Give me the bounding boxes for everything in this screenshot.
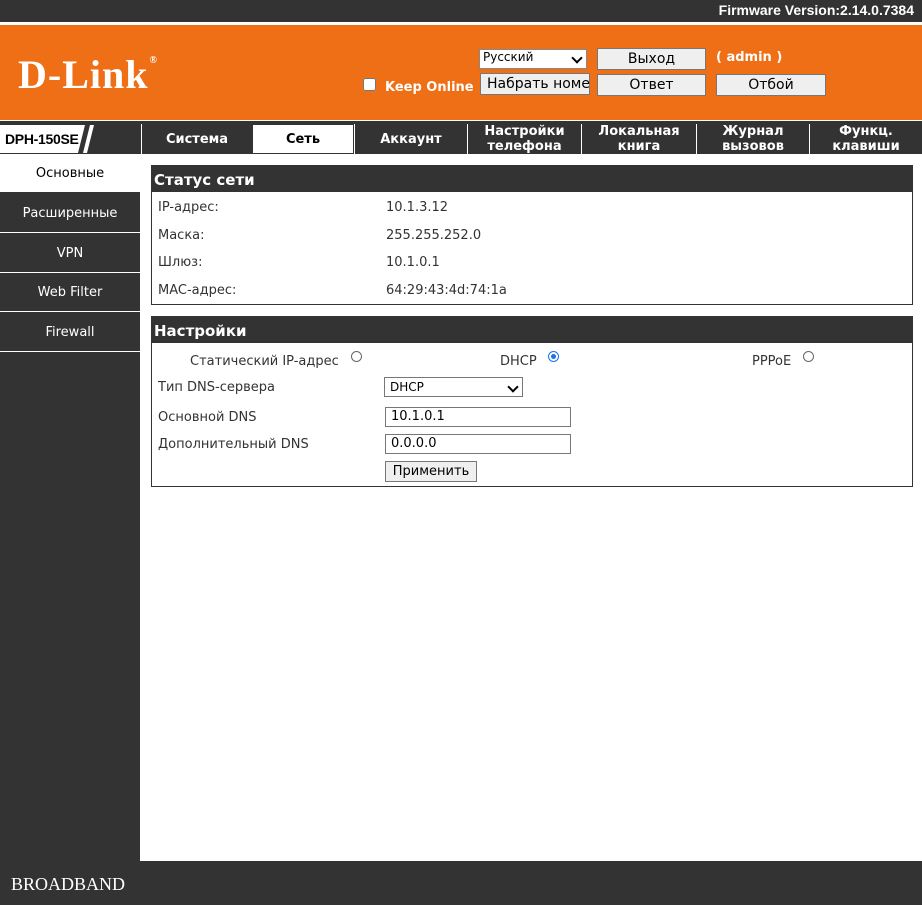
ip-address-label: IP-адрес: [158,200,219,215]
panel-title: Настройки [152,317,912,343]
footer-text: BROADBAND [11,874,126,894]
tab-account[interactable]: Аккаунт [354,124,467,154]
static-ip-label: Статический IP-адрес [190,354,339,369]
apply-button[interactable]: Применить [385,461,477,482]
tab-call-log[interactable]: Журнал вызовов [696,124,809,154]
registered-mark: ® [149,55,158,66]
pppoe-radio[interactable] [803,351,814,362]
ip-address-value: 10.1.3.12 [386,200,449,215]
dlink-logo: D-Link® [18,51,158,98]
primary-dns-label: Основной DNS [158,410,257,425]
firmware-bar: Firmware Version:2.14.0.7384 [0,0,922,22]
model-slash-icon [78,125,100,153]
dhcp-radio[interactable] [548,351,559,362]
sidebar-item-advanced[interactable]: Расширенные [0,194,140,233]
sidebar-item-vpn[interactable]: VPN [0,234,140,273]
network-status-panel: Статус сети [151,165,913,305]
tab-label: Система [165,131,229,147]
firmware-version: Firmware Version:2.14.0.7384 [718,2,914,18]
answer-button[interactable]: Ответ [597,74,706,96]
tab-phonebook[interactable]: Локальная книга [581,124,696,154]
primary-dns-input[interactable]: 10.1.0.1 [385,407,571,427]
sidebar-item-firewall[interactable]: Firewall [0,313,140,352]
tab-label: Настройки телефона [484,124,565,154]
dns-type-value: DHCP [390,380,424,394]
tab-system[interactable]: Система [141,124,252,154]
tab-network[interactable]: Сеть [252,124,354,154]
tab-label: Аккаунт [380,131,442,147]
settings-panel: Настройки [151,316,913,487]
dns-type-label: Тип DNS-сервера [158,380,275,395]
tab-label: Функц. клавиши [832,124,900,154]
dhcp-label: DHCP [500,354,537,369]
mask-label: Маска: [158,228,205,243]
tab-function-keys[interactable]: Функц. клавиши [809,124,922,154]
secondary-dns-input[interactable]: 0.0.0.0 [385,434,571,454]
tab-label: Журнал вызовов [722,124,784,154]
hangup-button[interactable]: Отбой [716,74,826,96]
dial-number-input[interactable]: Набрать номер [480,73,590,95]
tab-label: Сеть [285,131,321,147]
mac-address-label: MAC-адрес: [158,283,237,298]
mask-value: 255.255.252.0 [386,228,482,243]
chevron-down-icon [507,381,519,393]
keep-online-checkbox[interactable] [363,78,376,91]
language-select[interactable]: Русский [479,49,587,69]
tab-phone-settings[interactable]: Настройки телефона [467,124,581,154]
gateway-label: Шлюз: [158,255,203,270]
sidebar-item-basic[interactable]: Основные [0,154,140,193]
username-label: ( admin ) [716,50,783,65]
dns-type-select[interactable]: DHCP [384,377,523,397]
sidebar: Основные Расширенные VPN Web Filter Fire… [0,154,140,861]
chevron-down-icon [571,52,583,64]
header: D-Link® Русский Выход ( admin ) Keep Onl… [0,25,922,120]
secondary-dns-label: Дополнительный DNS [158,437,309,452]
mac-address-value: 64:29:43:4d:74:1a [386,283,507,298]
footer: BROADBAND [0,861,922,905]
model-name: DPH-150SE [5,131,79,147]
sidebar-item-web-filter[interactable]: Web Filter [0,273,140,312]
keep-online-label: Keep Online [385,80,474,95]
logout-button[interactable]: Выход [597,48,706,70]
gateway-value: 10.1.0.1 [386,255,440,270]
tab-label: Локальная книга [598,124,680,154]
pppoe-label: PPPoE [752,354,792,369]
language-value: Русский [483,50,534,64]
static-ip-radio[interactable] [351,351,362,362]
logo-text: D-Link [18,52,149,97]
panel-title: Статус сети [152,166,912,192]
